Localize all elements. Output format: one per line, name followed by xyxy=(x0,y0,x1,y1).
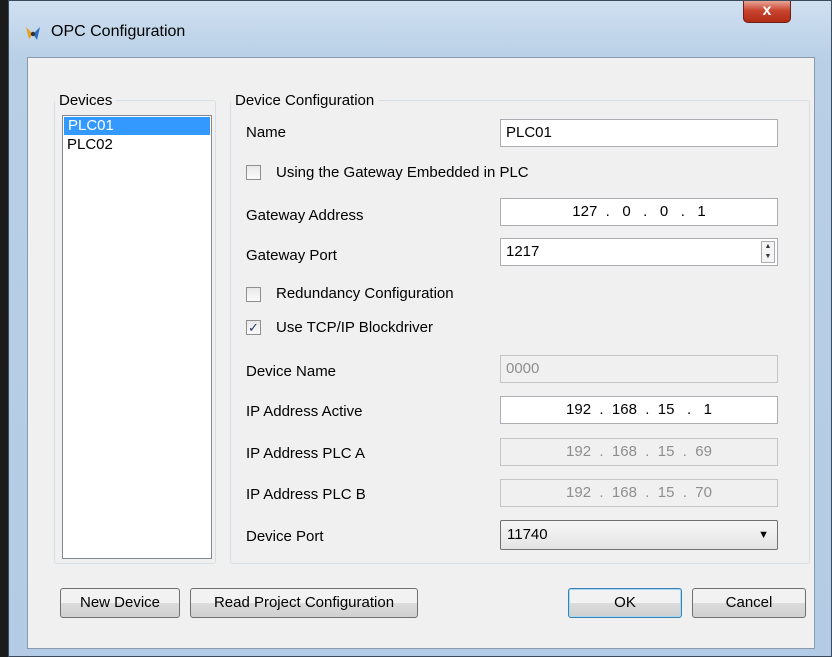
redundancy-label: Redundancy Configuration xyxy=(276,285,454,302)
cancel-button[interactable]: Cancel xyxy=(692,588,806,618)
tcpip-blockdriver-label: Use TCP/IP Blockdriver xyxy=(276,319,433,336)
opc-app-icon xyxy=(26,27,40,40)
gateway-address-label: Gateway Address xyxy=(246,207,364,224)
devices-listbox[interactable]: PLC01 PLC02 xyxy=(62,115,212,559)
dialog-client-area: Devices PLC01 PLC02 Device Configuration… xyxy=(27,57,815,649)
gateway-port-spinbox[interactable]: 1217 ▲ ▼ xyxy=(500,238,778,266)
device-port-dropdown[interactable]: 11740 ▼ xyxy=(500,520,778,550)
new-device-button[interactable]: New Device xyxy=(60,588,180,618)
name-input[interactable]: PLC01 xyxy=(500,119,778,147)
dropdown-arrow-icon: ▼ xyxy=(758,529,769,541)
device-name-input[interactable]: 0000 xyxy=(500,355,778,383)
checkmark-icon: ✓ xyxy=(248,320,259,335)
window-title: OPC Configuration xyxy=(51,23,186,40)
ip-address-plc-b-input[interactable]: 192 . 168 . 15 . 70 xyxy=(500,479,778,507)
device-name-label: Device Name xyxy=(246,363,337,380)
gateway-port-value: 1217 xyxy=(506,243,540,260)
gateway-embedded-checkbox[interactable] xyxy=(246,165,261,180)
ok-button[interactable]: OK xyxy=(568,588,682,618)
spinner-arrows-icon[interactable]: ▲ ▼ xyxy=(761,241,775,263)
device-configuration-legend: Device Configuration xyxy=(235,92,375,109)
dialog-window: OPC Configuration x Devices PLC01 PLC02 … xyxy=(8,0,832,657)
device-item-plc02[interactable]: PLC02 xyxy=(63,136,211,154)
gateway-port-label: Gateway Port xyxy=(246,247,337,264)
ip-address-active-input[interactable]: 192 . 168 . 15 . 1 xyxy=(500,396,778,424)
device-item-plc01[interactable]: PLC01 xyxy=(64,117,210,135)
gateway-address-ip-input[interactable]: 127 . 0 . 0 . 1 xyxy=(500,198,778,226)
device-port-value: 11740 xyxy=(507,526,548,543)
device-port-label: Device Port xyxy=(246,528,324,545)
ip-address-plc-a-label: IP Address PLC A xyxy=(246,445,365,462)
redundancy-checkbox[interactable] xyxy=(246,287,261,302)
title-bar[interactable]: OPC Configuration x xyxy=(9,1,831,57)
gateway-embedded-label: Using the Gateway Embedded in PLC xyxy=(276,164,529,181)
devices-legend: Devices xyxy=(59,92,113,109)
close-button[interactable]: x xyxy=(743,1,791,23)
ip-address-plc-a-input[interactable]: 192 . 168 . 15 . 69 xyxy=(500,438,778,466)
read-project-configuration-button[interactable]: Read Project Configuration xyxy=(190,588,418,618)
tcpip-blockdriver-checkbox[interactable]: ✓ xyxy=(246,320,261,335)
ip-address-plc-b-label: IP Address PLC B xyxy=(246,486,366,503)
name-label: Name xyxy=(246,124,287,141)
ip-address-active-label: IP Address Active xyxy=(246,403,363,420)
